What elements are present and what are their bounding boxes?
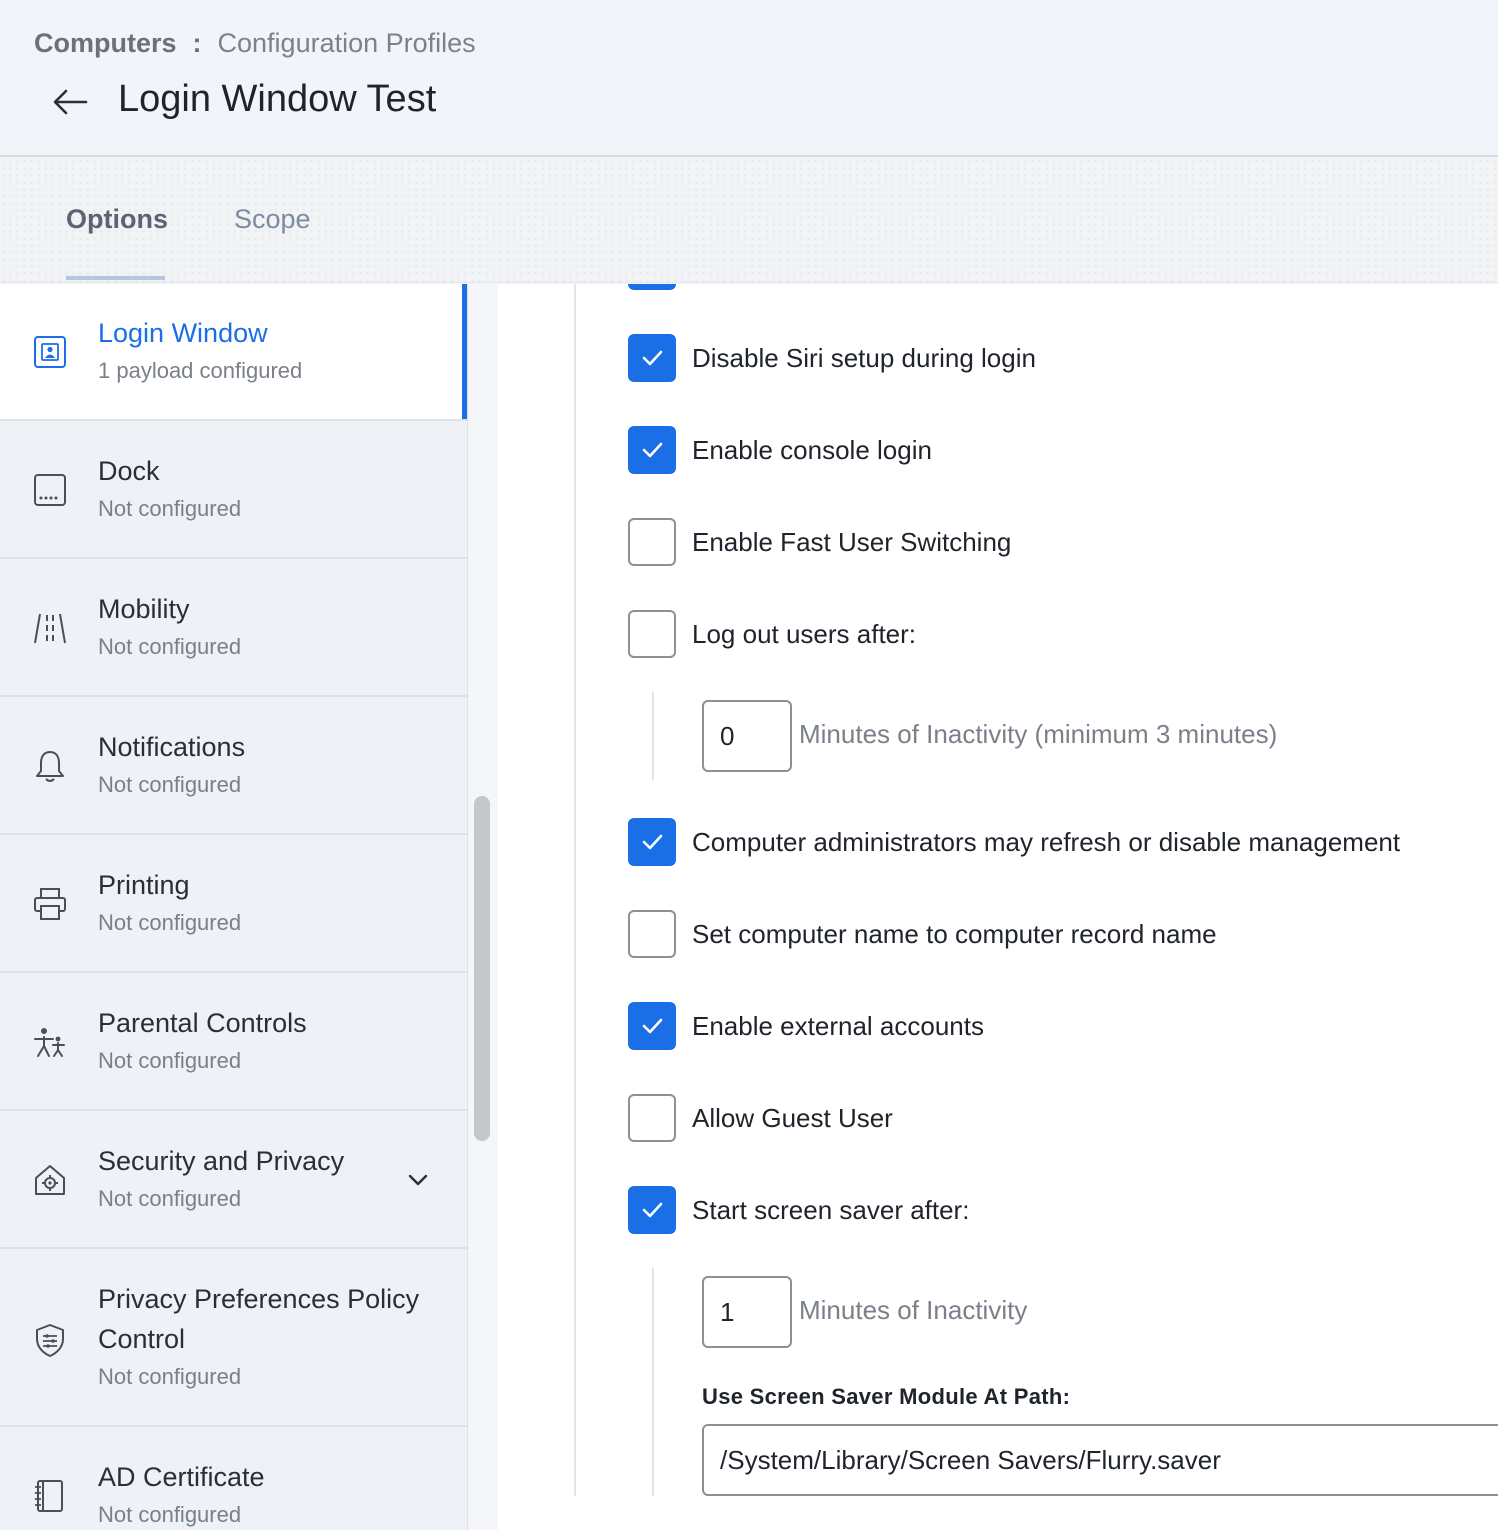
checkbox-checked[interactable] xyxy=(628,818,676,866)
breadcrumb-configuration-profiles[interactable]: Configuration Profiles xyxy=(218,28,476,59)
checkbox-unchecked[interactable] xyxy=(628,910,676,958)
sidebar-item-ad-certificate[interactable]: AD Certificate Not configured xyxy=(0,1428,467,1530)
checkbox-unchecked[interactable] xyxy=(628,610,676,658)
screensaver-minutes-input[interactable]: 1 xyxy=(702,1276,792,1348)
breadcrumb-computers[interactable]: Computers xyxy=(34,28,177,59)
active-tab-indicator xyxy=(66,276,165,280)
option-set-computer-name[interactable]: Set computer name to computer record nam… xyxy=(628,910,1217,958)
option-start-screen-saver[interactable]: Start screen saver after: xyxy=(628,1186,969,1234)
option-label: Log out users after: xyxy=(692,618,917,649)
option-label: Enable console login xyxy=(692,434,932,465)
payload-sidebar: Login Window 1 payload configured Dock N… xyxy=(0,284,468,1530)
shield-icon xyxy=(32,1322,68,1358)
tabs-bar: Options Scope xyxy=(0,158,1498,283)
certificate-icon xyxy=(32,1478,68,1514)
sidebar-scrollbar[interactable] xyxy=(474,796,490,1141)
option-log-out-users-after[interactable]: Log out users after: xyxy=(628,610,916,658)
sidebar-item-title: AD Certificate xyxy=(98,1462,265,1492)
back-arrow-icon[interactable] xyxy=(50,82,90,122)
checkbox-unchecked[interactable] xyxy=(628,518,676,566)
sidebar-item-title: Printing xyxy=(98,870,190,900)
sidebar-item-dock[interactable]: Dock Not configured xyxy=(0,422,467,559)
mobility-icon xyxy=(32,610,68,646)
section-divider xyxy=(574,284,576,1496)
sidebar-item-title: Parental Controls xyxy=(98,1008,307,1038)
tab-scope[interactable]: Scope xyxy=(234,204,311,235)
sidebar-item-status: Not configured xyxy=(98,1364,242,1389)
sidebar-item-notifications[interactable]: Notifications Not configured xyxy=(0,698,467,835)
checkbox-checked[interactable] xyxy=(628,426,676,474)
screensaver-path-input[interactable]: /System/Library/Screen Savers/Flurry.sav… xyxy=(702,1424,1498,1496)
sidebar-item-privacy-preferences-policy-control[interactable]: Privacy Preferences Policy Control Not c… xyxy=(0,1250,467,1427)
bell-icon xyxy=(32,748,68,784)
login-window-options-panel: Disable Siri setup during login Enable c… xyxy=(498,284,1498,1530)
screensaver-path-label: Use Screen Saver Module At Path: xyxy=(702,1384,1071,1409)
option-label: Enable Fast User Switching xyxy=(692,526,1012,557)
sidebar-item-status: Not configured xyxy=(98,1502,242,1527)
sidebar-item-login-window[interactable]: Login Window 1 payload configured xyxy=(0,284,467,421)
parental-controls-icon xyxy=(32,1024,68,1060)
sidebar-item-title-continued: Control xyxy=(98,1324,186,1354)
checkmark-icon xyxy=(642,1018,663,1034)
checkmark-icon xyxy=(642,834,663,850)
checkmark-icon xyxy=(642,442,663,458)
sidebar-item-status: Not configured xyxy=(98,910,242,935)
sidebar-item-parental-controls[interactable]: Parental Controls Not configured xyxy=(0,974,467,1111)
checkbox-checked[interactable] xyxy=(628,334,676,382)
printer-icon xyxy=(32,886,68,922)
option-admins-refresh-management[interactable]: Computer administrators may refresh or d… xyxy=(628,818,1400,866)
indent-guide xyxy=(652,692,654,780)
sidebar-item-title: Login Window xyxy=(98,318,268,348)
logout-minutes-hint: Minutes of Inactivity (minimum 3 minutes… xyxy=(799,719,1278,749)
sidebar-item-mobility[interactable]: Mobility Not configured xyxy=(0,560,467,697)
sidebar-item-title: Privacy Preferences Policy xyxy=(98,1284,420,1314)
sidebar-item-status: Not configured xyxy=(98,1186,242,1211)
checkbox-unchecked[interactable] xyxy=(628,1094,676,1142)
breadcrumb-separator: : xyxy=(192,28,202,58)
option-label: Computer administrators may refresh or d… xyxy=(692,826,1401,857)
tab-options[interactable]: Options xyxy=(66,204,168,235)
option-label: Allow Guest User xyxy=(692,1102,893,1133)
option-label: Enable external accounts xyxy=(692,1010,984,1041)
sidebar-item-status: Not configured xyxy=(98,634,242,659)
sidebar-item-printing[interactable]: Printing Not configured xyxy=(0,836,467,973)
option-enable-fast-user-switching[interactable]: Enable Fast User Switching xyxy=(628,518,1011,566)
checkbox-checked[interactable] xyxy=(628,1002,676,1050)
option-label: Disable Siri setup during login xyxy=(692,342,1036,373)
screensaver-minutes-hint: Minutes of Inactivity xyxy=(799,1295,1028,1325)
sidebar-item-status: 1 payload configured xyxy=(98,358,303,383)
breadcrumb: Computers : Configuration Profiles xyxy=(34,28,476,59)
dock-icon xyxy=(32,472,68,508)
checkmark-icon xyxy=(642,1202,663,1218)
sidebar-item-title: Notifications xyxy=(98,732,246,762)
option-enable-external-accounts[interactable]: Enable external accounts xyxy=(628,1002,984,1050)
page-title: Login Window Test xyxy=(118,78,437,120)
option-disable-siri-setup[interactable]: Disable Siri setup during login xyxy=(628,334,1036,382)
sidebar-item-status: Not configured xyxy=(98,496,242,521)
sidebar-item-security-and-privacy[interactable]: Security and Privacy Not configured xyxy=(0,1112,467,1249)
checkbox-partial[interactable] xyxy=(628,284,676,290)
option-enable-console-login[interactable]: Enable console login xyxy=(628,426,932,474)
page-header: Computers : Configuration Profiles Login… xyxy=(0,0,1498,157)
logout-minutes-input[interactable]: 0 xyxy=(702,700,792,772)
option-allow-guest-user[interactable]: Allow Guest User xyxy=(628,1094,893,1142)
indent-guide xyxy=(652,1268,654,1496)
sidebar-item-status: Not configured xyxy=(98,1048,242,1073)
option-label: Start screen saver after: xyxy=(692,1194,970,1225)
login-window-icon xyxy=(32,334,68,370)
sidebar-item-status: Not configured xyxy=(98,772,242,797)
checkbox-checked[interactable] xyxy=(628,1186,676,1234)
sidebar-item-title: Security and Privacy xyxy=(98,1146,345,1176)
option-label: Set computer name to computer record nam… xyxy=(692,918,1217,949)
checkmark-icon xyxy=(642,350,663,366)
sidebar-item-title: Mobility xyxy=(98,594,190,624)
security-icon xyxy=(32,1162,68,1198)
sidebar-item-title: Dock xyxy=(98,456,160,486)
chevron-down-icon[interactable] xyxy=(404,1166,432,1194)
